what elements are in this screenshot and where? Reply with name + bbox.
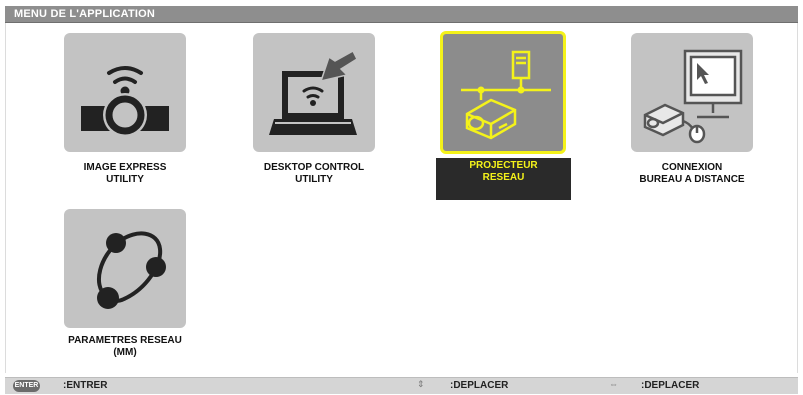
- application-menu-panel: IMAGE EXPRESS UTILITY DESKTOP CONTROL UT…: [5, 23, 798, 373]
- tile-label-desktop-control: DESKTOP CONTROL UTILITY: [263, 162, 365, 185]
- tile-projecteur-reseau[interactable]: [440, 31, 566, 154]
- tile-label-image-express: IMAGE EXPRESS UTILITY: [83, 162, 167, 185]
- leftright-hint: :DEPLACER: [641, 380, 700, 391]
- enter-hint: :ENTRER: [63, 380, 108, 391]
- status-bar: ENTER :ENTRER ⇕ :DEPLACER ⇔ :DEPLACER: [5, 377, 798, 394]
- up-down-arrow-icon: ⇕: [417, 379, 425, 389]
- tile-desktop-control-utility[interactable]: [253, 33, 375, 152]
- tile-connexion-bureau-a-distance[interactable]: [631, 33, 753, 152]
- remote-desktop-icon: [643, 49, 743, 144]
- menu-title: MENU DE L'APPLICATION: [14, 8, 156, 20]
- tile-parametres-reseau-mm[interactable]: [64, 209, 186, 328]
- tile-label-projecteur-reseau: PROJECTEUR RESEAU: [436, 158, 571, 200]
- laptop-remote-icon: [269, 49, 358, 135]
- tile-label-parametres-reseau: PARAMETRES RESEAU (MM): [68, 335, 182, 358]
- title-bar: MENU DE L'APPLICATION: [5, 6, 798, 23]
- network-projector-icon: [461, 50, 551, 140]
- updown-hint: :DEPLACER: [450, 380, 509, 391]
- enter-key-icon: ENTER: [13, 380, 40, 392]
- left-right-arrow-icon: ⇔: [609, 379, 618, 389]
- tile-image-express-utility[interactable]: [64, 33, 186, 152]
- tile-label-connexion-bureau: CONNEXION BUREAU A DISTANCE: [639, 162, 745, 185]
- network-settings-icon: [96, 231, 166, 309]
- wireless-projector-icon: [81, 66, 169, 137]
